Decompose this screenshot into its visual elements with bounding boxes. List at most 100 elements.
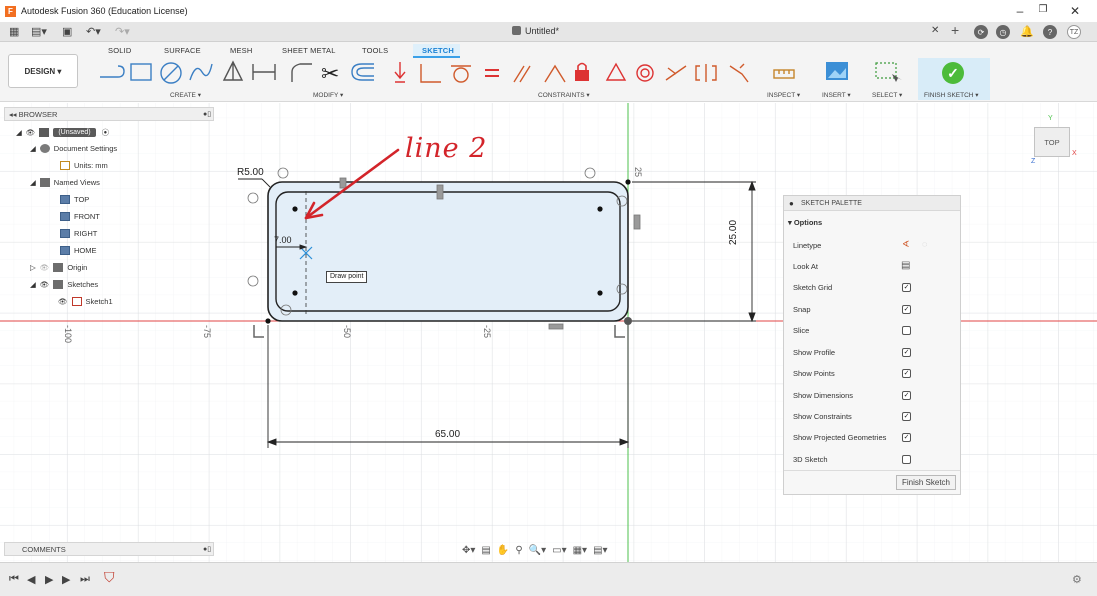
sketch-point[interactable] <box>597 290 603 296</box>
options-section-toggle[interactable]: ▾ Options <box>788 218 822 227</box>
height-dimension[interactable]: 25.00 <box>728 220 739 245</box>
display-settings-icon[interactable]: ▭▾ <box>552 545 566 556</box>
expand-icon[interactable]: ◢ <box>30 280 36 289</box>
step-forward-icon[interactable]: ▶ <box>62 573 70 586</box>
centerline-linetype-icon[interactable]: ◌ <box>922 239 927 249</box>
comments-panel-header[interactable]: COMMENTS ●▯ <box>4 542 214 556</box>
tree-item-origin[interactable]: ▷ 👁 Origin <box>30 263 87 272</box>
sketch-point[interactable] <box>625 179 631 185</box>
equal-constraint-icon[interactable] <box>485 69 499 77</box>
visibility-eye-icon[interactable]: 👁 <box>40 263 50 272</box>
fix-constraint-icon[interactable] <box>575 62 589 82</box>
minimize-button[interactable]: – <box>1013 4 1027 18</box>
insert-image-icon[interactable] <box>826 62 848 80</box>
insert-menu[interactable]: INSERT ▾ <box>822 91 851 99</box>
visibility-eye-icon[interactable]: 👁 <box>26 128 36 137</box>
maximize-button[interactable]: ❐ <box>1036 4 1050 15</box>
expand-icon[interactable]: ◢ <box>16 128 22 137</box>
go-to-end-icon[interactable]: ⏭ <box>80 573 90 586</box>
mirror-tool-icon[interactable] <box>222 60 244 81</box>
horizontal-constraint-icon[interactable] <box>548 323 564 330</box>
tree-item-document-settings[interactable]: ◢ Document Settings <box>30 144 117 153</box>
job-status-icon[interactable]: ◷ <box>996 25 1010 39</box>
close-tab-icon[interactable]: ✕ <box>931 25 939 38</box>
redo-icon[interactable]: ↷▾ <box>115 25 130 38</box>
perpendicular-constraint-icon[interactable] <box>544 64 566 83</box>
width-dimension[interactable]: 65.00 <box>435 429 460 440</box>
vertical-constraint-icon[interactable] <box>633 214 641 230</box>
trim-tool-icon[interactable]: ✂ <box>321 62 339 87</box>
new-tab-plus-icon[interactable]: + <box>951 22 959 38</box>
constraints-menu[interactable]: CONSTRAINTS ▾ <box>538 91 590 99</box>
file-menu-icon[interactable]: ▤▾ <box>31 25 47 38</box>
select-window-icon[interactable] <box>875 62 902 82</box>
create-menu[interactable]: CREATE ▾ <box>170 91 201 99</box>
collapse-icon[interactable]: ◂◂ <box>9 110 19 119</box>
step-back-icon[interactable]: ◀ <box>27 573 35 586</box>
circle-tool-icon[interactable] <box>160 62 182 84</box>
modify-menu[interactable]: MODIFY ▾ <box>313 91 343 99</box>
extensions-icon[interactable]: ⟳ <box>974 25 988 39</box>
3d-sketch-checkbox[interactable] <box>902 455 911 464</box>
line-tool-icon[interactable] <box>100 65 125 78</box>
parallel-constraint-icon[interactable] <box>513 65 531 83</box>
horizontal-constraint-icon[interactable] <box>339 177 347 189</box>
finish-sketch-check-icon[interactable]: ✓ <box>942 62 964 84</box>
go-to-start-icon[interactable]: ⏮ <box>9 573 19 586</box>
data-panel-grid-icon[interactable]: ▦ <box>9 25 19 38</box>
tree-item-right[interactable]: RIGHT <box>60 229 97 238</box>
snap-checkbox[interactable]: ✓ <box>902 305 911 314</box>
sketch-palette-header[interactable]: ● SKETCH PALETTE <box>784 196 960 211</box>
grid-snap-icon[interactable]: ▦▾ <box>573 545 587 556</box>
inspect-menu[interactable]: INSPECT ▾ <box>767 91 800 99</box>
tree-item-named-views[interactable]: ◢ Named Views <box>30 178 100 187</box>
play-icon[interactable]: ▶ <box>45 573 53 586</box>
viewcube[interactable]: TOP <box>1034 127 1070 157</box>
coincident-constraint-icon[interactable] <box>420 64 441 83</box>
project-tool-icon[interactable] <box>394 62 406 83</box>
show-dimensions-checkbox[interactable]: ✓ <box>902 391 911 400</box>
show-points-checkbox[interactable]: ✓ <box>902 369 911 378</box>
show-constraints-checkbox[interactable]: ✓ <box>902 412 911 421</box>
show-profile-checkbox[interactable]: ✓ <box>902 348 911 357</box>
sketch-origin-point[interactable] <box>624 317 632 325</box>
user-avatar[interactable]: TZ <box>1067 25 1081 39</box>
fillet-tool-icon[interactable] <box>291 63 312 82</box>
sketch-point[interactable] <box>597 206 603 212</box>
close-button[interactable]: ✕ <box>1068 4 1082 18</box>
comments-pin-icon[interactable]: ●▯ <box>203 545 211 553</box>
measure-tool-icon[interactable] <box>773 69 795 79</box>
viewports-icon[interactable]: ▤▾ <box>593 545 607 556</box>
finish-sketch-button[interactable]: Finish Sketch <box>896 475 956 490</box>
timeline-sketch-feature-icon[interactable]: ⛉ <box>104 569 115 586</box>
offset-dimension[interactable]: 7.00 <box>274 235 292 245</box>
help-icon[interactable]: ? <box>1043 25 1057 39</box>
orbit-icon[interactable]: ✥▾ <box>462 545 475 556</box>
sketch-profile[interactable] <box>267 181 629 322</box>
tree-item-units[interactable]: Units: mm <box>60 161 108 170</box>
symmetry-constraint-icon[interactable] <box>695 64 717 82</box>
tree-item-home[interactable]: HOME <box>60 246 97 255</box>
timeline-settings-gear-icon[interactable]: ⚙ <box>1072 573 1082 586</box>
rectangle-tool-icon[interactable] <box>130 63 152 81</box>
zoom-window-icon[interactable]: 🔍▾ <box>529 545 546 556</box>
select-menu[interactable]: SELECT ▾ <box>872 91 902 99</box>
tree-item-sketch1[interactable]: 👁 Sketch1 <box>58 297 113 306</box>
look-at-nav-icon[interactable]: ▤ <box>481 545 490 556</box>
collinear-constraint-icon[interactable] <box>665 65 687 81</box>
sketch-point[interactable] <box>292 290 298 296</box>
tree-item-root[interactable]: ◢ 👁 (Unsaved) ⦿ <box>16 127 109 138</box>
sketch-grid-checkbox[interactable]: ✓ <box>902 283 911 292</box>
curvature-constraint-icon[interactable] <box>729 63 749 83</box>
finish-sketch-menu[interactable]: FINISH SKETCH ▾ <box>924 91 979 99</box>
zoom-icon[interactable]: ⚲ <box>515 545 522 556</box>
tangent-constraint-icon[interactable] <box>451 65 471 83</box>
radius-dimension[interactable]: R5.00 <box>237 167 264 178</box>
sketch-point[interactable] <box>292 206 298 212</box>
look-at-icon[interactable]: ▤ <box>901 260 910 271</box>
dimension-tool-icon[interactable] <box>252 64 276 80</box>
show-projected-checkbox[interactable]: ✓ <box>902 433 911 442</box>
expand-icon[interactable]: ◢ <box>30 178 36 187</box>
document-tab[interactable]: Untitled* <box>512 26 559 36</box>
slice-checkbox[interactable] <box>902 326 911 335</box>
